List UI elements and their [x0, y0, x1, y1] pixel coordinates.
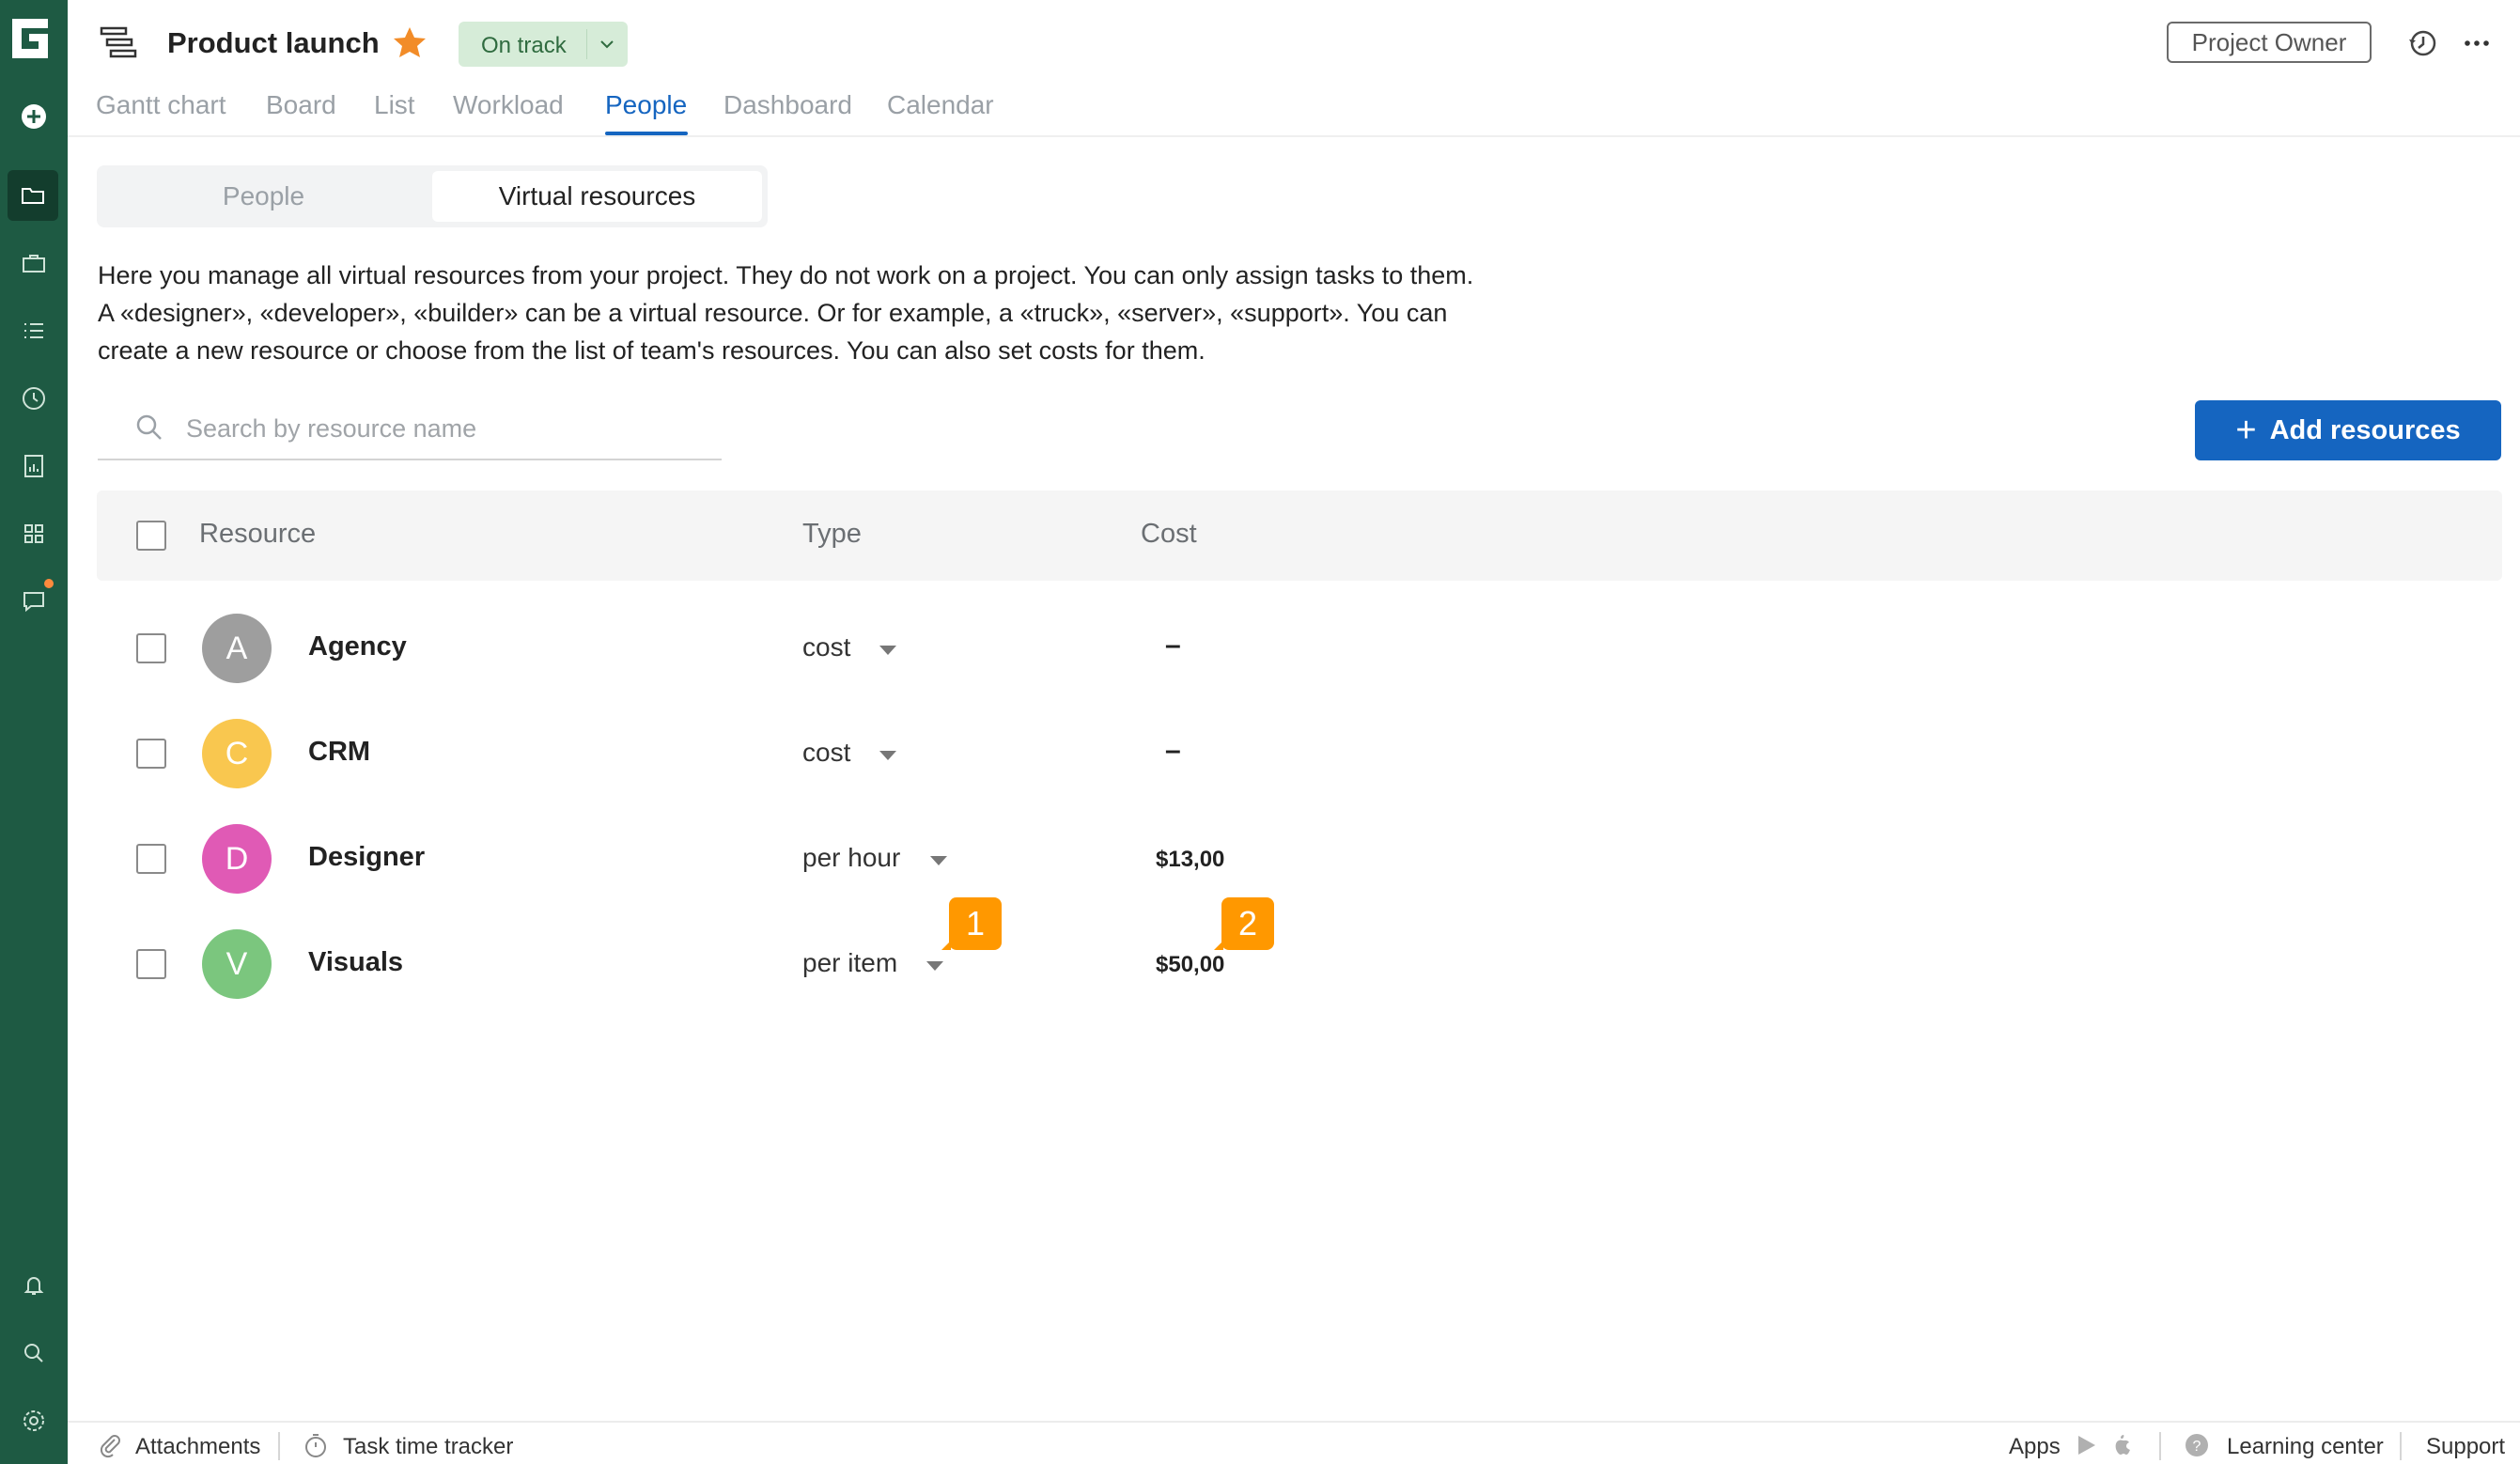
project-owner-button[interactable]: Project Owner	[2167, 22, 2372, 63]
type-dropdown[interactable]: per hour	[802, 843, 900, 873]
stopwatch-icon	[305, 1434, 326, 1457]
add-resources-button[interactable]: + Add resources	[2195, 400, 2501, 460]
add-icon[interactable]	[13, 96, 54, 137]
type-dropdown[interactable]: cost	[802, 632, 850, 662]
clock-icon[interactable]	[13, 378, 54, 419]
folder-icon[interactable]	[8, 170, 58, 221]
column-header-type[interactable]: Type	[802, 519, 862, 550]
caret-down-icon[interactable]	[879, 645, 897, 656]
column-header-cost[interactable]: Cost	[1141, 519, 1197, 550]
page-description: Here you manage all virtual resources fr…	[98, 261, 1474, 365]
apple-icon[interactable]	[2108, 1432, 2135, 1458]
table-row[interactable]: A Agency cost –	[97, 596, 2502, 701]
avatar: A	[202, 614, 272, 683]
type-dropdown[interactable]: cost	[802, 738, 850, 768]
paperclip-icon	[100, 1435, 120, 1458]
support-link[interactable]: Support	[2426, 1434, 2505, 1460]
star-icon[interactable]	[391, 24, 428, 62]
annotation-badge-2: 2	[1214, 897, 1274, 950]
bell-icon[interactable]	[13, 1265, 54, 1306]
resource-name[interactable]: Agency	[308, 631, 407, 662]
table-row[interactable]: C CRM cost –	[97, 701, 2502, 806]
cost-value[interactable]: –	[1165, 630, 1181, 662]
avatar: C	[202, 719, 272, 788]
row-checkbox[interactable]	[136, 949, 166, 979]
list-icon[interactable]	[13, 310, 54, 351]
help-icon: ?	[2186, 1434, 2208, 1456]
avatar: D	[202, 824, 272, 894]
tab-workload[interactable]: Workload	[453, 90, 564, 120]
apps-label: Apps	[2009, 1434, 2061, 1459]
svg-text:?: ?	[2193, 1439, 2201, 1455]
footer-divider	[2400, 1432, 2402, 1460]
tab-list[interactable]: List	[374, 90, 415, 120]
status-label: On track	[481, 33, 567, 58]
resource-name[interactable]: CRM	[308, 737, 370, 768]
search-bar	[98, 402, 722, 460]
search-input[interactable]	[186, 410, 693, 447]
footer-divider	[278, 1432, 280, 1460]
subtab-virtual-resources[interactable]: Virtual resources	[432, 171, 762, 222]
footer-bar: Attachments Task time tracker Apps ? Lea…	[68, 1421, 2520, 1464]
caret-down-icon[interactable]	[879, 750, 897, 761]
tab-dashboard[interactable]: Dashboard	[723, 90, 852, 120]
project-title: Product launch	[167, 26, 380, 59]
chevron-down-icon	[600, 40, 614, 49]
cost-value[interactable]: $13,00	[1156, 847, 1224, 873]
cost-value[interactable]: $50,00	[1156, 952, 1224, 978]
table-row[interactable]: D Designer per hour $13,00	[97, 806, 2502, 911]
history-icon[interactable]	[2403, 24, 2441, 62]
apps-grid-icon[interactable]	[13, 513, 54, 554]
learning-center-link[interactable]: Learning center	[2227, 1434, 2384, 1460]
select-all-checkbox[interactable]	[136, 521, 166, 551]
footer-divider	[2159, 1432, 2161, 1460]
add-resources-label: Add resources	[2269, 414, 2461, 445]
resource-type-toggle: People Virtual resources	[97, 165, 768, 227]
avatar: V	[202, 929, 272, 999]
logo-icon[interactable]	[8, 15, 52, 62]
project-gantt-icon	[100, 26, 137, 58]
notification-dot	[44, 579, 54, 588]
status-dropdown[interactable]: On track	[459, 22, 628, 67]
tab-board[interactable]: Board	[266, 90, 336, 120]
row-checkbox[interactable]	[136, 844, 166, 874]
table-row[interactable]: V Visuals per item $50,00	[97, 911, 2502, 1017]
attachments-link[interactable]: Attachments	[135, 1434, 260, 1460]
search-icon[interactable]	[13, 1332, 54, 1374]
more-icon[interactable]	[2458, 24, 2496, 62]
left-rail	[0, 0, 68, 1464]
caret-down-icon[interactable]	[926, 960, 944, 972]
tab-calendar[interactable]: Calendar	[887, 90, 994, 120]
gear-icon[interactable]	[13, 1400, 54, 1441]
column-header-resource[interactable]: Resource	[199, 519, 316, 550]
briefcase-icon[interactable]	[13, 242, 54, 284]
caret-down-icon[interactable]	[929, 855, 948, 866]
table-header: Resource Type Cost	[97, 491, 2502, 581]
resource-name[interactable]: Visuals	[308, 947, 403, 978]
cost-value[interactable]: –	[1165, 735, 1181, 767]
search-icon	[136, 414, 162, 440]
row-checkbox[interactable]	[136, 633, 166, 663]
resource-name[interactable]: Designer	[308, 842, 425, 873]
report-icon[interactable]	[13, 445, 54, 487]
tabs-divider	[68, 135, 2520, 137]
tab-gantt-chart[interactable]: Gantt chart	[96, 90, 226, 120]
google-play-icon[interactable]	[2073, 1432, 2099, 1458]
task-time-tracker-link[interactable]: Task time tracker	[343, 1434, 513, 1460]
type-dropdown[interactable]: per item	[802, 948, 897, 978]
tab-people[interactable]: People	[605, 90, 687, 120]
plus-icon: +	[2235, 411, 2257, 450]
row-checkbox[interactable]	[136, 739, 166, 769]
subtab-people[interactable]: People	[97, 165, 430, 227]
status-divider	[586, 29, 587, 59]
annotation-badge-1: 1	[941, 897, 1002, 950]
